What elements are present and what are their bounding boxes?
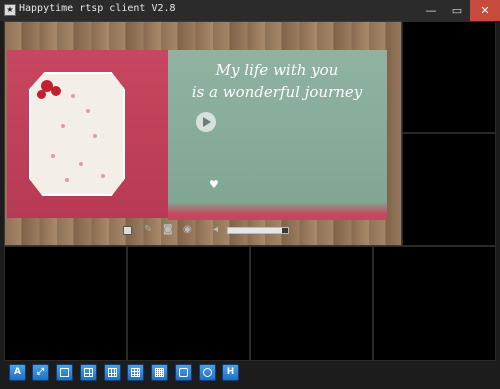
window-title: Happytime rtsp client V2.8	[19, 3, 176, 14]
video-window-1[interactable]: My life with you is a wonderful journey …	[4, 21, 402, 246]
video-frame-grass	[168, 202, 387, 220]
layout-4-icon	[84, 368, 93, 377]
microphone-icon[interactable]: ✎	[144, 224, 156, 236]
video-overlay-line-1: My life with you	[215, 61, 339, 79]
stop-icon[interactable]	[123, 226, 132, 235]
playback-controls: ✎ ◙ ◉ ◂	[123, 224, 293, 238]
petal-decoration	[65, 178, 69, 182]
petal-decoration	[79, 162, 83, 166]
layout-6-button[interactable]	[104, 364, 121, 381]
app-icon: ★	[4, 4, 16, 16]
fullscreen-icon: ⤢	[36, 367, 45, 377]
layout-6-icon	[108, 368, 117, 377]
video-grid: My life with you is a wonderful journey …	[4, 21, 496, 361]
video-frame-photo	[29, 72, 125, 196]
settings-icon	[179, 368, 188, 377]
rose-decoration	[37, 90, 46, 99]
petal-decoration	[93, 134, 97, 138]
title-bar: ★ Happytime rtsp client V2.8 — ▭ ✕	[0, 0, 500, 21]
video-overlay-line-2: is a wonderful journey	[191, 83, 363, 101]
maximize-button[interactable]: ▭	[444, 0, 470, 21]
petal-decoration	[86, 109, 90, 113]
video-window-4[interactable]	[4, 246, 127, 361]
speaker-icon[interactable]: ◂	[213, 224, 225, 236]
layout-1-icon	[60, 368, 69, 377]
layout-16-button[interactable]	[151, 364, 168, 381]
layout-1-button[interactable]	[56, 364, 73, 381]
petal-decoration	[61, 124, 65, 128]
record-icon[interactable]: ◉	[183, 224, 195, 236]
help-icon: H	[226, 367, 235, 377]
layout-4-button[interactable]	[80, 364, 97, 381]
audio-button[interactable]: A	[9, 364, 26, 381]
camera-icon[interactable]: ◙	[163, 224, 175, 236]
petal-decoration	[51, 154, 55, 158]
volume-slider-fill	[228, 228, 282, 233]
layout-9-icon	[131, 368, 140, 377]
video-window-7[interactable]	[373, 246, 496, 361]
volume-slider[interactable]	[227, 227, 289, 234]
close-button[interactable]: ✕	[470, 0, 500, 21]
video-window-3[interactable]	[402, 133, 496, 246]
cloud-icon	[203, 368, 212, 377]
minimize-button[interactable]: —	[418, 0, 444, 21]
play-icon	[196, 112, 216, 132]
heart-icon: ♥	[209, 178, 219, 191]
audio-icon: A	[14, 367, 21, 377]
petal-decoration	[71, 94, 75, 98]
petal-decoration	[101, 174, 105, 178]
cloud-button[interactable]	[199, 364, 216, 381]
layout-16-icon	[155, 368, 164, 377]
video-window-5[interactable]	[127, 246, 250, 361]
layout-9-button[interactable]	[127, 364, 144, 381]
settings-button[interactable]	[175, 364, 192, 381]
video-overlay-text: My life with you is a wonderful journey	[172, 59, 382, 103]
help-button[interactable]: H	[222, 364, 239, 381]
bottom-toolbar: A ⤢ H	[0, 361, 500, 389]
video-window-2[interactable]	[402, 21, 496, 133]
rose-decoration	[51, 86, 61, 96]
video-window-6[interactable]	[250, 246, 373, 361]
fullscreen-button[interactable]: ⤢	[32, 364, 49, 381]
